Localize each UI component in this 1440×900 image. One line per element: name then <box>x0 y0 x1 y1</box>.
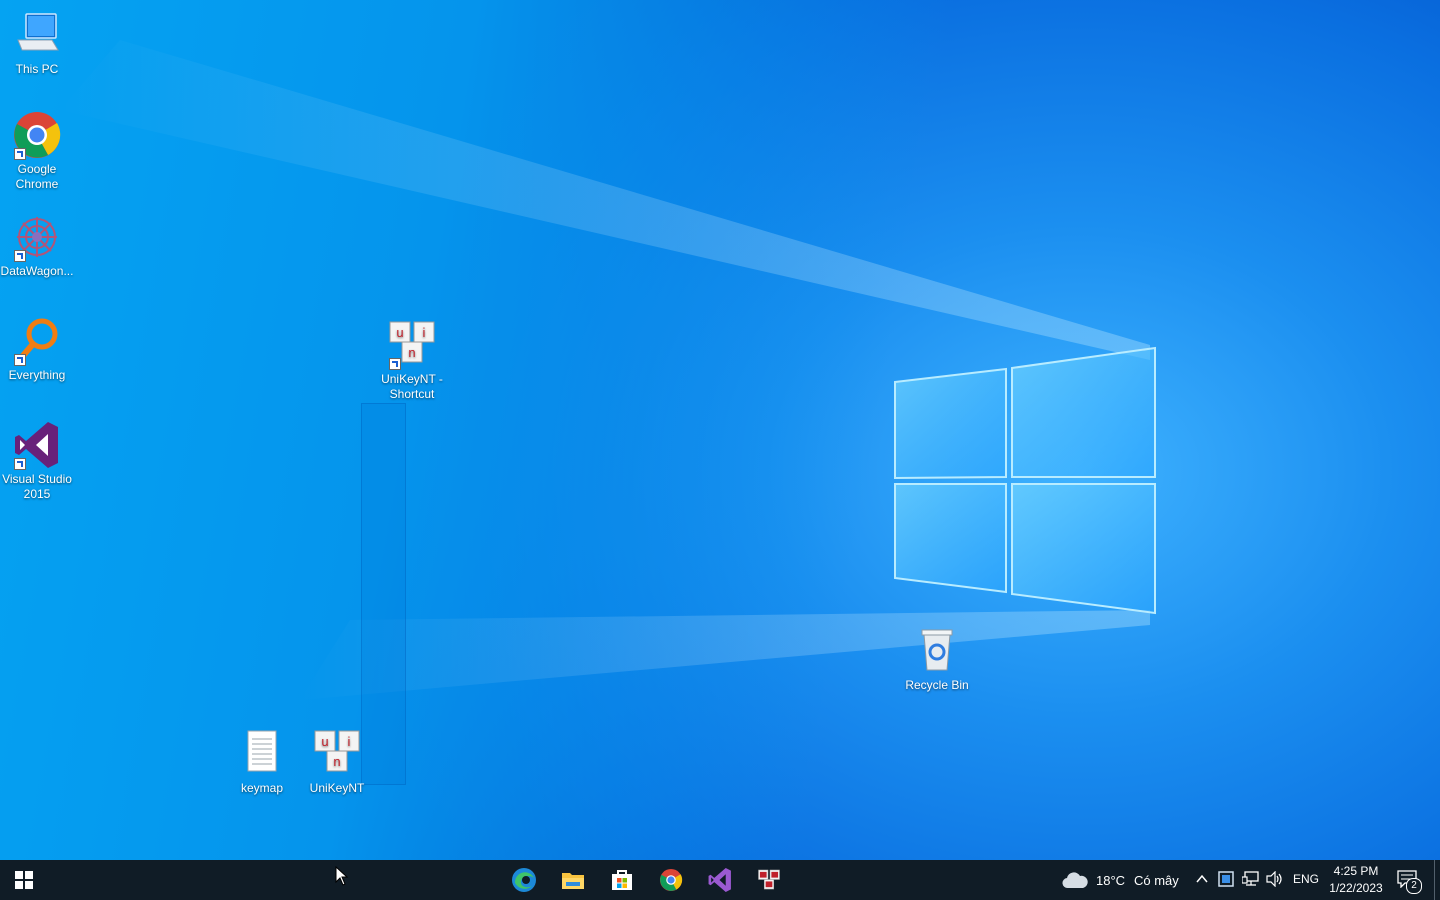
desktop-icon-everything[interactable]: Everything <box>0 316 75 383</box>
edge-icon <box>512 868 536 892</box>
chrome-icon <box>659 868 683 892</box>
desktop-icon-unikeynt[interactable]: u i n UniKeyNT <box>299 729 375 796</box>
show-hidden-icons-button[interactable] <box>1195 872 1209 891</box>
desktop-icon-label: UniKeyNT <box>309 781 365 795</box>
unikey-icon: u i n <box>312 729 362 779</box>
desktop-icon-unikeynt-shortcut[interactable]: u i n UniKeyNT - Shortcut <box>374 320 450 402</box>
desktop-icon-keymap[interactable]: keymap <box>224 729 300 796</box>
desktop-icon-label: keymap <box>240 781 284 795</box>
svg-text:i: i <box>348 734 351 749</box>
unikey-icon: u i n <box>387 320 437 370</box>
svg-text:u: u <box>321 734 328 749</box>
selection-rectangle <box>361 403 406 785</box>
start-icon <box>15 871 33 889</box>
clock-date: 1/22/2023 <box>1329 881 1383 895</box>
shortcut-arrow-icon <box>14 354 26 366</box>
desktop-icon-recycle-bin[interactable]: Recycle Bin <box>899 626 975 693</box>
text-file-icon <box>237 729 287 779</box>
tray-volume[interactable] <box>1266 870 1284 892</box>
desktop-icon-label: UniKeyNT - Shortcut <box>381 372 443 401</box>
show-desktop-button[interactable] <box>1434 860 1435 900</box>
everything-search-icon <box>12 316 62 366</box>
taskbar-visual-studio-button[interactable] <box>696 860 744 900</box>
desktop-icon-label: This PC <box>15 62 59 76</box>
clock-time: 4:25 PM <box>1333 864 1379 878</box>
language-indicator[interactable]: ENG <box>1293 872 1319 886</box>
desktop-icon-label: DataWagon... <box>0 264 74 278</box>
shortcut-arrow-icon <box>389 358 401 370</box>
svg-text:n: n <box>333 754 340 769</box>
tray-network[interactable] <box>1241 871 1260 892</box>
recycle-bin-icon <box>912 626 962 676</box>
chrome-icon <box>12 110 62 160</box>
taskbar-edge-button[interactable] <box>500 860 548 900</box>
shortcut-arrow-icon <box>14 458 26 470</box>
desktop-icon-google-chrome[interactable]: Google Chrome <box>0 110 75 192</box>
desktop-icon-visual-studio-2015[interactable]: Visual Studio 2015 <box>0 420 75 502</box>
svg-text:u: u <box>396 325 403 340</box>
chevron-up-icon <box>1196 874 1208 883</box>
weather-temp: 18°C <box>1096 873 1126 888</box>
computer-icon <box>12 10 62 60</box>
unikey-icon <box>758 869 780 890</box>
svg-text:i: i <box>423 325 426 340</box>
mouse-cursor-icon <box>335 866 349 886</box>
desktop-icon-label: Everything <box>8 368 66 382</box>
visual-studio-icon <box>708 868 731 892</box>
ime-icon <box>1218 871 1234 887</box>
taskbar-unikey-button[interactable] <box>745 860 793 900</box>
desktop-icon-label: Google Chrome <box>15 162 59 191</box>
visual-studio-icon <box>12 420 62 470</box>
desktop[interactable]: This PC Google Chrome DataWagon... Every… <box>0 0 1440 860</box>
desktop-icon-label: Visual Studio 2015 <box>2 472 72 501</box>
cloud-icon <box>1062 872 1088 889</box>
windows-logo-wallpaper <box>60 40 1156 700</box>
shortcut-arrow-icon <box>14 148 26 160</box>
shortcut-arrow-icon <box>14 250 26 262</box>
taskbar-file-explorer-button[interactable] <box>549 860 597 900</box>
taskbar-microsoft-store-button[interactable] <box>598 860 646 900</box>
action-center-button[interactable]: 2 <box>1397 870 1422 894</box>
taskbar: 18°C Có mây ENG 4:25 PM 1/22/2023 2 <box>0 860 1440 900</box>
network-icon <box>1241 871 1259 886</box>
datawagon-icon <box>12 212 62 262</box>
volume-icon <box>1266 870 1282 888</box>
file-explorer-icon <box>562 873 584 889</box>
desktop-icon-datawagon[interactable]: DataWagon... <box>0 212 75 279</box>
start-button[interactable] <box>0 860 48 900</box>
clock[interactable]: 4:25 PM 1/22/2023 <box>1324 863 1388 897</box>
notification-badge: 2 <box>1406 878 1422 894</box>
desktop-icon-this-pc[interactable]: This PC <box>0 10 75 77</box>
weather-condition: Có mây <box>1134 873 1179 888</box>
svg-text:n: n <box>408 345 415 360</box>
taskbar-chrome-button[interactable] <box>647 860 695 900</box>
microsoft-store-icon <box>612 870 632 890</box>
desktop-icon-label: Recycle Bin <box>905 678 969 692</box>
tray-input-method[interactable] <box>1218 871 1234 892</box>
